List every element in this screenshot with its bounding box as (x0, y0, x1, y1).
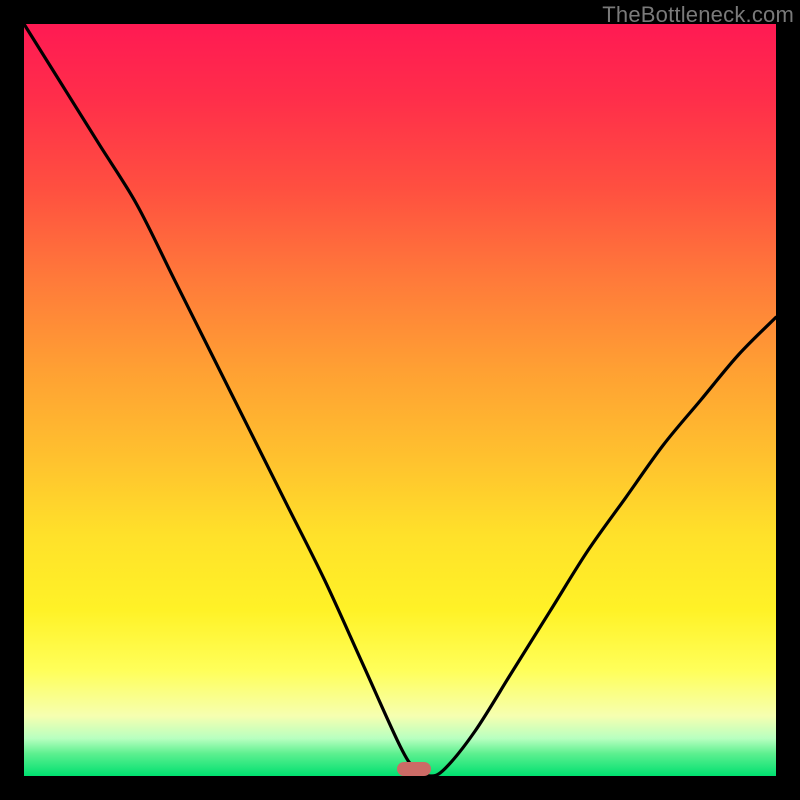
bottleneck-curve (24, 24, 776, 776)
chart-frame: TheBottleneck.com (0, 0, 800, 800)
watermark-text: TheBottleneck.com (602, 2, 794, 28)
optimal-marker (397, 762, 431, 776)
